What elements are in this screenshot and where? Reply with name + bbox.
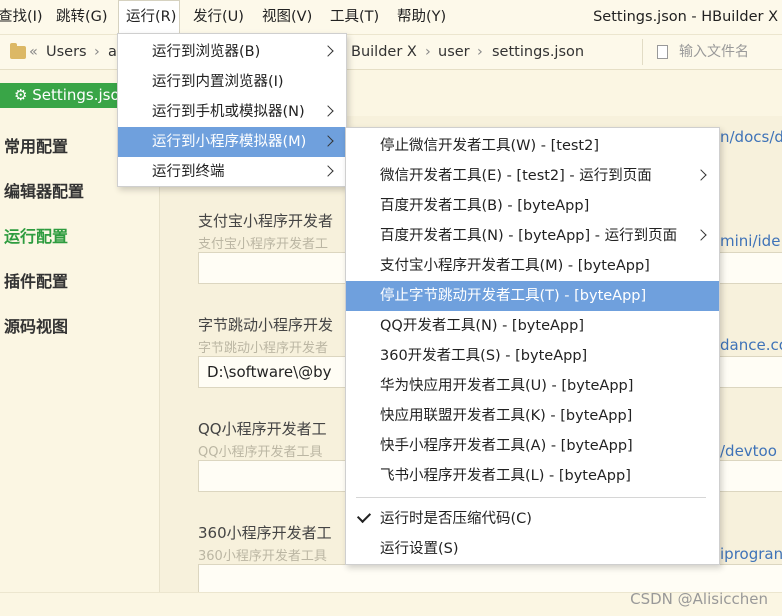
tab-settings-json[interactable]: ⚙ Settings.json xyxy=(0,83,122,108)
bytedance-tool-link[interactable]: dance.co xyxy=(720,336,782,354)
menu-item-stop-wechat[interactable]: 停止微信开发者工具(W) - [test2] xyxy=(346,131,719,161)
menu-divider xyxy=(356,497,706,498)
qq-tool-hint: QQ小程序开发者工具 xyxy=(198,445,323,460)
menu-item-label: 运行到终端 xyxy=(152,164,225,180)
bytedance-tool-label: 字节跳动小程序开发 xyxy=(198,316,334,334)
menu-item-baidu[interactable]: 百度开发者工具(B) - [byteApp] xyxy=(346,191,719,221)
chevron-right-icon xyxy=(322,45,334,57)
menu-item-label: 微信开发者工具(E) - [test2] - 运行到页面 xyxy=(380,168,652,184)
menu-item-label: 运行到浏览器(B) xyxy=(152,44,261,60)
360-tool-link[interactable]: iprogran xyxy=(720,545,782,563)
file-name-input[interactable]: 输入文件名 xyxy=(642,39,782,65)
menu-item-stop-bytedance[interactable]: 停止字节跳动开发者工具(T) - [byteApp] xyxy=(346,281,719,311)
menu-bar: 查找(I) 跳转(G) 运行(R) 发行(U) 视图(V) 工具(T) 帮助(Y… xyxy=(0,0,782,35)
breadcrumb-settings-json[interactable]: settings.json xyxy=(492,35,584,69)
menu-item-label: 运行到内置浏览器(I) xyxy=(152,74,284,90)
menu-view[interactable]: 视图(V) xyxy=(262,0,312,34)
docs-link[interactable]: n/docs/d xyxy=(720,128,782,146)
menu-item-label: 运行时是否压缩代码(C) xyxy=(380,511,532,527)
360-tool-hint: 360小程序开发者工具 xyxy=(198,549,327,564)
menu-item-kuaishou[interactable]: 快手小程序开发者工具(A) - [byteApp] xyxy=(346,431,719,461)
qq-tool-link[interactable]: /devtoo xyxy=(720,442,777,460)
window-title: Settings.json - HBuilder X xyxy=(593,9,778,25)
breadcrumb-hbuilderx[interactable]: Builder X xyxy=(351,35,417,69)
breadcrumb-user[interactable]: user xyxy=(438,35,470,69)
menu-item-baidu-run-page[interactable]: 百度开发者工具(N) - [byteApp] - 运行到页面 xyxy=(346,221,719,251)
menu-item-run-miniprogram[interactable]: 运行到小程序模拟器(M) xyxy=(118,127,346,157)
menu-item-compress-code[interactable]: 运行时是否压缩代码(C) xyxy=(346,504,719,534)
menu-item-label: 飞书小程序开发者工具(L) - [byteApp] xyxy=(380,468,631,484)
menu-item-label: 快应用联盟开发者工具(K) - [byteApp] xyxy=(380,408,633,424)
file-name-placeholder: 输入文件名 xyxy=(679,44,749,60)
menu-run[interactable]: 运行(R) xyxy=(118,0,180,35)
chevron-right-icon xyxy=(322,105,334,117)
breadcrumb-separator: › xyxy=(94,44,100,60)
check-icon xyxy=(356,508,372,524)
menu-tools[interactable]: 工具(T) xyxy=(330,0,379,34)
menu-item-label: QQ开发者工具(N) - [byteApp] xyxy=(380,318,584,334)
breadcrumb-users[interactable]: Users xyxy=(46,35,87,69)
menu-item-wechat-run-page[interactable]: 微信开发者工具(E) - [test2] - 运行到页面 xyxy=(346,161,719,191)
menu-item-feishu[interactable]: 飞书小程序开发者工具(L) - [byteApp] xyxy=(346,461,719,491)
menu-publish[interactable]: 发行(U) xyxy=(193,0,244,34)
qq-tool-label: QQ小程序开发者工 xyxy=(198,420,327,438)
settings-nav: 常用配置 编辑器配置 运行配置 插件配置 源码视图 xyxy=(0,116,160,592)
menu-item-label: 百度开发者工具(N) - [byteApp] - 运行到页面 xyxy=(380,228,678,244)
menu-help[interactable]: 帮助(Y) xyxy=(397,0,446,34)
breadcrumb-separator: › xyxy=(477,44,483,60)
nav-plugin-config[interactable]: 插件配置 xyxy=(4,268,68,292)
nav-run-config[interactable]: 运行配置 xyxy=(4,223,68,247)
menu-find[interactable]: 查找(I) xyxy=(0,0,43,34)
menu-item-run-browser[interactable]: 运行到浏览器(B) xyxy=(118,37,346,67)
menu-item-alipay[interactable]: 支付宝小程序开发者工具(M) - [byteApp] xyxy=(346,251,719,281)
360-tool-label: 360小程序开发者工 xyxy=(198,524,332,542)
breadcrumb-user-folder[interactable]: a xyxy=(108,35,117,69)
alipay-tool-hint: 支付宝小程序开发者工 xyxy=(198,237,329,252)
watermark: CSDN @Alisicchen xyxy=(630,590,768,608)
menu-item-label: 运行到小程序模拟器(M) xyxy=(152,134,307,150)
file-icon xyxy=(657,45,668,59)
menu-item-label: 停止字节跳动开发者工具(T) - [byteApp] xyxy=(380,288,647,304)
menu-item-run-phone-emulator[interactable]: 运行到手机或模拟器(N) xyxy=(118,97,346,127)
folder-icon xyxy=(10,43,26,59)
run-menu: 运行到浏览器(B) 运行到内置浏览器(I) 运行到手机或模拟器(N) 运行到小程… xyxy=(117,33,347,187)
bytedance-tool-hint: 字节跳动小程序开发者 xyxy=(198,341,329,356)
breadcrumb-overflow[interactable]: « xyxy=(29,35,38,69)
menu-item-run-builtin-browser[interactable]: 运行到内置浏览器(I) xyxy=(118,67,346,97)
menu-item-huawei-quickapp[interactable]: 华为快应用开发者工具(U) - [byteApp] xyxy=(346,371,719,401)
menu-item-label: 百度开发者工具(B) - [byteApp] xyxy=(380,198,590,214)
menu-item-label: 运行设置(S) xyxy=(380,541,459,557)
menu-item-label: 运行到手机或模拟器(N) xyxy=(152,104,305,120)
alipay-tool-label: 支付宝小程序开发者 xyxy=(198,212,334,230)
breadcrumb-separator: › xyxy=(425,44,431,60)
miniprogram-submenu: 停止微信开发者工具(W) - [test2] 微信开发者工具(E) - [tes… xyxy=(345,127,720,565)
chevron-right-icon xyxy=(322,135,334,147)
menu-item-label: 支付宝小程序开发者工具(M) - [byteApp] xyxy=(380,258,650,274)
menu-item-run-terminal[interactable]: 运行到终端 xyxy=(118,157,346,187)
menu-item-360[interactable]: 360开发者工具(S) - [byteApp] xyxy=(346,341,719,371)
menu-item-qq[interactable]: QQ开发者工具(N) - [byteApp] xyxy=(346,311,719,341)
nav-editor-config[interactable]: 编辑器配置 xyxy=(4,178,84,202)
menu-item-run-settings[interactable]: 运行设置(S) xyxy=(346,534,719,564)
menu-item-label: 停止微信开发者工具(W) - [test2] xyxy=(380,138,599,154)
menu-goto[interactable]: 跳转(G) xyxy=(56,0,108,34)
menu-item-label: 华为快应用开发者工具(U) - [byteApp] xyxy=(380,378,634,394)
chevron-right-icon xyxy=(695,229,707,241)
chevron-right-icon xyxy=(322,165,334,177)
nav-source-view[interactable]: 源码视图 xyxy=(4,313,68,337)
menu-item-label: 360开发者工具(S) - [byteApp] xyxy=(380,348,588,364)
nav-common-config[interactable]: 常用配置 xyxy=(4,133,68,157)
menu-item-label: 快手小程序开发者工具(A) - [byteApp] xyxy=(380,438,633,454)
alipay-tool-link[interactable]: mini/ide xyxy=(720,232,780,250)
menu-item-quickapp-alliance[interactable]: 快应用联盟开发者工具(K) - [byteApp] xyxy=(346,401,719,431)
chevron-right-icon xyxy=(695,169,707,181)
